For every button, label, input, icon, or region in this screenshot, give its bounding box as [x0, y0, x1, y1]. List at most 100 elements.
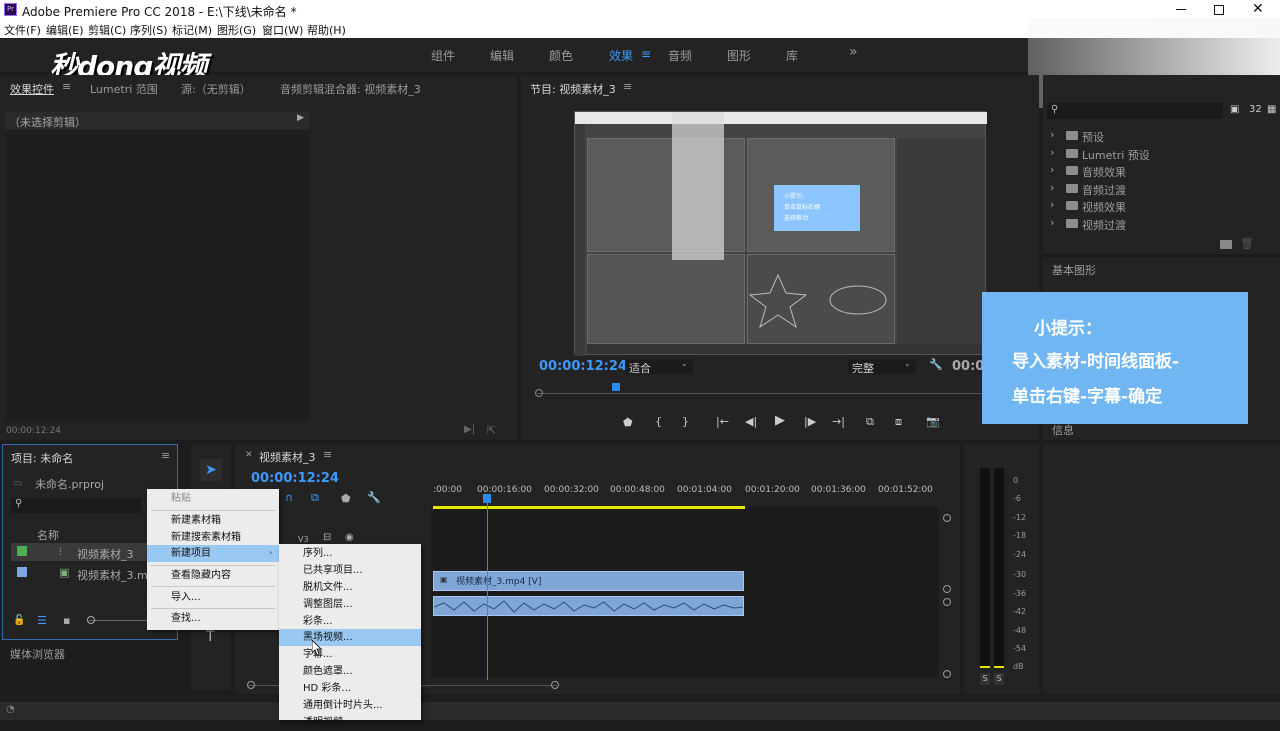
submenu-item-countdown[interactable]: 通用倒计时片头...: [279, 697, 421, 714]
submenu-item-adjustment-layer[interactable]: 调整图层...: [279, 596, 421, 613]
info-tab[interactable]: 信息: [1052, 422, 1074, 438]
workspace-tab-editing[interactable]: 编辑: [490, 47, 514, 64]
32bit-effects-icon[interactable]: 32: [1249, 104, 1262, 115]
zoom-handle-left[interactable]: [247, 681, 255, 689]
column-name-header[interactable]: 名称: [37, 527, 59, 543]
timeline-settings-wrench-icon[interactable]: 🔧: [367, 491, 381, 504]
effects-search-field[interactable]: ⚲: [1047, 103, 1223, 119]
play-icon[interactable]: ▶: [775, 413, 785, 428]
workspace-menu-icon[interactable]: ≡: [641, 47, 651, 61]
workspace-tab-effects[interactable]: 效果: [609, 47, 633, 64]
chevron-right-icon[interactable]: ›: [1050, 216, 1054, 229]
submenu-item-bars-tone[interactable]: 彩条...: [279, 613, 421, 630]
icon-view-icon[interactable]: ▪: [63, 614, 70, 627]
settings-wrench-icon[interactable]: 🔧: [929, 358, 943, 371]
submenu-item-hd-bars[interactable]: HD 彩条...: [279, 680, 421, 697]
menu-item-view-hidden[interactable]: 查看隐藏内容: [147, 567, 279, 584]
chevron-right-icon[interactable]: ›: [1050, 181, 1054, 194]
linked-selection-icon[interactable]: ⧉: [311, 491, 319, 505]
program-timecode[interactable]: 00:00:12:24: [539, 359, 627, 374]
zoom-slider[interactable]: [87, 616, 149, 624]
submenu-item-sequence[interactable]: 序列...: [279, 545, 421, 562]
new-bin-folder-icon[interactable]: [1220, 240, 1232, 249]
accelerated-effects-icon[interactable]: ▣: [1230, 104, 1239, 115]
menu-item-new-bin[interactable]: 新建素材箱: [147, 512, 279, 529]
menu-item-import[interactable]: 导入...: [147, 589, 279, 606]
menu-edit[interactable]: 编辑(E): [46, 22, 84, 38]
basic-graphics-tab[interactable]: 基本图形: [1052, 262, 1096, 278]
menu-item-paste[interactable]: 粘贴: [147, 490, 279, 507]
workspace-tab-libraries[interactable]: 库: [786, 47, 798, 64]
submenu-item-transparent-video[interactable]: 透明视频...: [279, 714, 421, 731]
menu-window[interactable]: 窗口(W): [262, 22, 303, 38]
go-to-out-icon[interactable]: →|: [832, 415, 845, 428]
minimize-button[interactable]: [1176, 9, 1186, 10]
panel-menu-icon[interactable]: ≡: [623, 80, 632, 93]
workspace-tab-assembly[interactable]: 组件: [431, 47, 455, 64]
panel-menu-icon[interactable]: ≡: [161, 449, 170, 462]
add-marker-icon[interactable]: ⬟: [341, 492, 351, 505]
playhead-marker[interactable]: [483, 494, 491, 503]
timeline-timecode[interactable]: 00:00:12:24: [251, 471, 339, 486]
toggle-track-output-eye-icon[interactable]: ◉: [345, 532, 354, 543]
chevron-right-icon[interactable]: ›: [1050, 198, 1054, 211]
workspace-more-button[interactable]: »: [849, 44, 858, 60]
project-search-field[interactable]: ⚲: [11, 498, 141, 513]
program-scrub-bar[interactable]: [535, 383, 987, 397]
type-tool-button[interactable]: T: [206, 629, 215, 645]
snap-icon[interactable]: ∩: [285, 491, 293, 504]
menu-help[interactable]: 帮助(H): [307, 22, 346, 38]
tab-audio-clip-mixer[interactable]: 音频剪辑混合器: 视频素材_3: [280, 81, 421, 97]
work-area-bar[interactable]: [433, 506, 745, 509]
close-button[interactable]: ✕: [1252, 1, 1264, 17]
media-browser-tab[interactable]: 媒体浏览器: [10, 646, 65, 662]
workspace-tab-color[interactable]: 颜色: [549, 47, 573, 64]
submenu-item-color-matte[interactable]: 颜色遮罩...: [279, 663, 421, 680]
lock-icon[interactable]: 🔓: [13, 615, 25, 626]
quality-dropdown[interactable]: 完整 ⌄: [848, 359, 916, 375]
chevron-right-icon[interactable]: ›: [1050, 163, 1054, 176]
scroll-handle-mid2[interactable]: [943, 598, 951, 606]
effects-item-video-effects[interactable]: 视频效果: [1082, 199, 1126, 215]
video-clip[interactable]: ▣ 视频素材_3.mp4 [V]: [433, 571, 744, 591]
menu-item-new-item[interactable]: 新建项目: [147, 545, 279, 562]
delete-trash-icon[interactable]: 🗑: [1240, 237, 1254, 250]
workspace-tab-audio[interactable]: 音频: [668, 47, 692, 64]
scroll-handle-top[interactable]: [943, 514, 951, 522]
export-frame-camera-icon[interactable]: 📷: [926, 415, 940, 428]
menu-item-new-search-bin[interactable]: 新建搜索素材箱: [147, 529, 279, 546]
scrub-start-handle[interactable]: [535, 389, 543, 397]
menu-graphics[interactable]: 图形(G): [217, 22, 256, 38]
scroll-handle-bottom[interactable]: [943, 670, 951, 678]
expand-arrow-icon[interactable]: ▶: [297, 113, 304, 123]
solo-button-right[interactable]: S: [994, 673, 1004, 685]
tab-source[interactable]: 源:（无剪辑）: [181, 81, 251, 97]
export-icon[interactable]: ⇱: [487, 424, 496, 437]
clip-selector[interactable]: （未选择剪辑） ▶: [5, 112, 309, 129]
add-marker-icon[interactable]: ⬟: [623, 416, 633, 429]
zoom-handle-right[interactable]: [551, 681, 559, 689]
submenu-item-shared-project[interactable]: 已共享项目...: [279, 562, 421, 579]
chevron-right-icon[interactable]: ›: [1050, 128, 1054, 141]
playhead-marker[interactable]: [612, 383, 620, 391]
tab-effect-controls[interactable]: 效果控件: [10, 81, 54, 97]
list-view-icon[interactable]: ☰: [37, 614, 47, 627]
panel-menu-icon[interactable]: ≡: [62, 80, 71, 93]
lift-icon[interactable]: ⧉: [866, 415, 874, 429]
tab-lumetri-scopes[interactable]: Lumetri 范围: [90, 81, 158, 97]
maximize-button[interactable]: [1214, 5, 1224, 15]
close-tab-icon[interactable]: ✕: [245, 450, 253, 460]
audio-clip[interactable]: [433, 596, 744, 616]
fit-dropdown[interactable]: 适合 ⌄: [625, 359, 693, 375]
panel-menu-icon[interactable]: ≡: [323, 448, 332, 461]
step-back-icon[interactable]: ◀|: [745, 415, 757, 428]
yuv-effects-icon[interactable]: ▦: [1267, 104, 1276, 115]
menu-sequence[interactable]: 序列(S): [130, 22, 168, 38]
selection-tool-button[interactable]: ➤: [200, 459, 222, 481]
effects-item-audio-effects[interactable]: 音频效果: [1082, 164, 1126, 180]
mark-in-icon[interactable]: {: [655, 415, 662, 428]
menu-item-find[interactable]: 查找...: [147, 610, 279, 627]
menu-marker[interactable]: 标记(M): [172, 22, 212, 38]
mark-out-icon[interactable]: }: [682, 415, 689, 428]
workspace-tab-graphics[interactable]: 图形: [727, 47, 751, 64]
